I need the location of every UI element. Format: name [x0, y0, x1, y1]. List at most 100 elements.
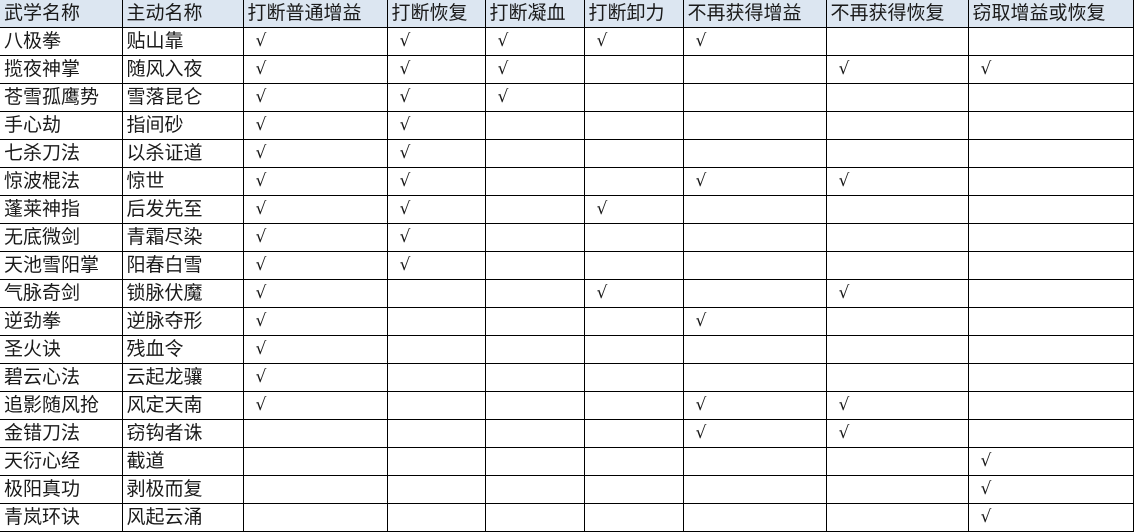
empty-cell[interactable]: [682, 279, 827, 308]
check-mark-cell[interactable]: √: [386, 251, 486, 280]
empty-cell[interactable]: [583, 83, 684, 112]
check-mark-cell[interactable]: √: [386, 111, 486, 140]
empty-cell[interactable]: [967, 279, 1134, 308]
check-mark-cell[interactable]: √: [484, 27, 585, 56]
empty-cell[interactable]: [682, 363, 827, 392]
check-mark-cell[interactable]: √: [242, 335, 388, 364]
empty-cell[interactable]: [583, 223, 684, 252]
check-mark-cell[interactable]: √: [242, 223, 388, 252]
check-mark-cell[interactable]: √: [242, 111, 388, 140]
empty-cell[interactable]: [583, 447, 684, 476]
empty-cell[interactable]: [386, 335, 486, 364]
active-skill-cell[interactable]: 截道: [121, 447, 244, 476]
martial-art-name-cell[interactable]: 苍雪孤鹰势: [0, 83, 123, 112]
check-mark-cell[interactable]: √: [825, 55, 969, 84]
empty-cell[interactable]: [682, 139, 827, 168]
column-header[interactable]: 武学名称: [0, 0, 123, 28]
empty-cell[interactable]: [967, 167, 1134, 196]
empty-cell[interactable]: [682, 335, 827, 364]
empty-cell[interactable]: [967, 335, 1134, 364]
check-mark-cell[interactable]: √: [386, 223, 486, 252]
martial-art-name-cell[interactable]: 极阳真功: [0, 475, 123, 504]
empty-cell[interactable]: [484, 279, 585, 308]
column-header[interactable]: 打断凝血: [484, 0, 585, 28]
empty-cell[interactable]: [484, 391, 585, 420]
empty-cell[interactable]: [825, 223, 969, 252]
check-mark-cell[interactable]: √: [825, 391, 969, 420]
check-mark-cell[interactable]: √: [242, 83, 388, 112]
empty-cell[interactable]: [386, 279, 486, 308]
empty-cell[interactable]: [825, 335, 969, 364]
check-mark-cell[interactable]: √: [682, 27, 827, 56]
empty-cell[interactable]: [242, 447, 388, 476]
empty-cell[interactable]: [484, 503, 585, 532]
check-mark-cell[interactable]: √: [825, 279, 969, 308]
active-skill-cell[interactable]: 阳春白雪: [121, 251, 244, 280]
check-mark-cell[interactable]: √: [583, 279, 684, 308]
empty-cell[interactable]: [967, 111, 1134, 140]
empty-cell[interactable]: [583, 307, 684, 336]
active-skill-cell[interactable]: 残血令: [121, 335, 244, 364]
check-mark-cell[interactable]: √: [967, 55, 1134, 84]
empty-cell[interactable]: [386, 363, 486, 392]
martial-art-name-cell[interactable]: 逆劲拳: [0, 307, 123, 336]
martial-art-name-cell[interactable]: 追影随风抢: [0, 391, 123, 420]
empty-cell[interactable]: [825, 503, 969, 532]
martial-art-name-cell[interactable]: 天池雪阳掌: [0, 251, 123, 280]
empty-cell[interactable]: [583, 139, 684, 168]
check-mark-cell[interactable]: √: [682, 167, 827, 196]
check-mark-cell[interactable]: √: [583, 27, 684, 56]
active-skill-cell[interactable]: 以杀证道: [121, 139, 244, 168]
martial-art-name-cell[interactable]: 碧云心法: [0, 363, 123, 392]
empty-cell[interactable]: [825, 111, 969, 140]
column-header[interactable]: 不再获得恢复: [825, 0, 969, 28]
empty-cell[interactable]: [682, 83, 827, 112]
column-header[interactable]: 打断普通增益: [242, 0, 388, 28]
martial-art-name-cell[interactable]: 八极拳: [0, 27, 123, 56]
check-mark-cell[interactable]: √: [242, 167, 388, 196]
empty-cell[interactable]: [825, 307, 969, 336]
empty-cell[interactable]: [484, 419, 585, 448]
check-mark-cell[interactable]: √: [386, 139, 486, 168]
active-skill-cell[interactable]: 惊世: [121, 167, 244, 196]
empty-cell[interactable]: [484, 475, 585, 504]
empty-cell[interactable]: [386, 447, 486, 476]
empty-cell[interactable]: [967, 307, 1134, 336]
empty-cell[interactable]: [583, 419, 684, 448]
active-skill-cell[interactable]: 云起龙骧: [121, 363, 244, 392]
check-mark-cell[interactable]: √: [386, 167, 486, 196]
check-mark-cell[interactable]: √: [484, 83, 585, 112]
check-mark-cell[interactable]: √: [242, 27, 388, 56]
check-mark-cell[interactable]: √: [386, 27, 486, 56]
empty-cell[interactable]: [484, 363, 585, 392]
empty-cell[interactable]: [825, 363, 969, 392]
martial-art-name-cell[interactable]: 天衍心经: [0, 447, 123, 476]
empty-cell[interactable]: [825, 475, 969, 504]
empty-cell[interactable]: [825, 27, 969, 56]
empty-cell[interactable]: [682, 475, 827, 504]
check-mark-cell[interactable]: √: [682, 419, 827, 448]
empty-cell[interactable]: [583, 335, 684, 364]
empty-cell[interactable]: [583, 391, 684, 420]
check-mark-cell[interactable]: √: [242, 139, 388, 168]
empty-cell[interactable]: [386, 419, 486, 448]
check-mark-cell[interactable]: √: [583, 195, 684, 224]
active-skill-cell[interactable]: 剥极而复: [121, 475, 244, 504]
check-mark-cell[interactable]: √: [242, 363, 388, 392]
empty-cell[interactable]: [825, 195, 969, 224]
active-skill-cell[interactable]: 贴山靠: [121, 27, 244, 56]
empty-cell[interactable]: [484, 251, 585, 280]
empty-cell[interactable]: [825, 83, 969, 112]
empty-cell[interactable]: [484, 195, 585, 224]
column-header[interactable]: 打断卸力: [583, 0, 684, 28]
martial-art-name-cell[interactable]: 气脉奇剑: [0, 279, 123, 308]
empty-cell[interactable]: [967, 363, 1134, 392]
check-mark-cell[interactable]: √: [386, 195, 486, 224]
column-header[interactable]: 不再获得增益: [682, 0, 827, 28]
martial-art-name-cell[interactable]: 无底微剑: [0, 223, 123, 252]
check-mark-cell[interactable]: √: [967, 447, 1134, 476]
empty-cell[interactable]: [583, 111, 684, 140]
active-skill-cell[interactable]: 后发先至: [121, 195, 244, 224]
empty-cell[interactable]: [242, 503, 388, 532]
empty-cell[interactable]: [583, 167, 684, 196]
